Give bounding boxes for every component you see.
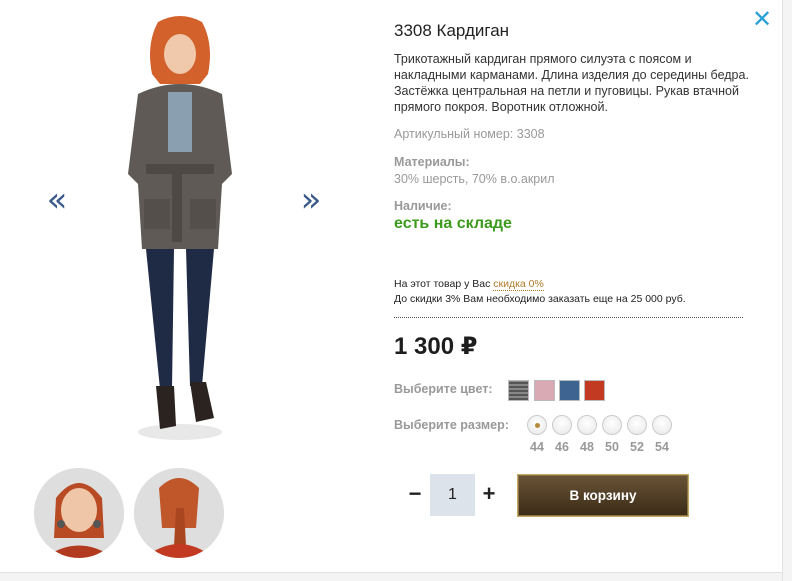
discount-info: На этот товар у Вас скидка 0% — [394, 278, 544, 291]
article-number: Артикульный номер: 3308 — [394, 127, 545, 141]
quantity-increase-button[interactable]: + — [478, 480, 500, 508]
size-option-label: 50 — [605, 440, 619, 454]
size-radio-52[interactable] — [627, 415, 647, 435]
size-radio-46[interactable] — [552, 415, 572, 435]
product-price: 1 300 ₽ — [394, 333, 478, 360]
product-description: Трикотажный кардиган прямого силуэта с п… — [394, 52, 749, 114]
product-quickview-modal: ✕ « » 3308 Кардиган Трикотажный кардиган… — [0, 0, 782, 572]
materials-value: 30% шерсть, 70% в.о.акрил — [394, 172, 555, 186]
prev-image-arrow[interactable]: « — [42, 183, 72, 217]
size-option-label: 48 — [580, 440, 594, 454]
size-option-label: 44 — [530, 440, 544, 454]
discount-link[interactable]: скидка 0% — [493, 278, 544, 291]
discount-threshold-note: До скидки 3% Вам необходимо заказать еще… — [394, 293, 686, 305]
next-image-arrow[interactable]: » — [296, 183, 326, 217]
stock-label: Наличие: — [394, 199, 452, 213]
page-background-edge — [0, 572, 782, 581]
size-radio-44[interactable] — [527, 415, 547, 435]
product-title: 3308 Кардиган — [394, 21, 510, 40]
thumbnail-face[interactable] — [34, 468, 124, 558]
size-radio-50[interactable] — [602, 415, 622, 435]
size-option-label: 54 — [655, 440, 669, 454]
color-swatch-pink[interactable] — [534, 380, 555, 401]
add-to-cart-button[interactable]: В корзину — [517, 474, 689, 517]
size-option-label: 46 — [555, 440, 569, 454]
close-icon[interactable]: ✕ — [752, 8, 772, 32]
thumbnail-back[interactable] — [134, 468, 224, 558]
size-radio-54[interactable] — [652, 415, 672, 435]
discount-prefix: На этот товар у Вас — [394, 278, 494, 290]
color-swatch-grey[interactable] — [508, 380, 529, 401]
divider — [394, 317, 743, 318]
quantity-input[interactable] — [430, 474, 475, 516]
quantity-decrease-button[interactable]: − — [405, 480, 425, 508]
size-label: Выберите размер: — [394, 418, 509, 432]
color-swatch-red[interactable] — [584, 380, 605, 401]
page-background-edge — [782, 0, 792, 581]
stock-status: есть на складе — [394, 215, 512, 232]
color-label: Выберите цвет: — [394, 382, 493, 396]
materials-label: Материалы: — [394, 155, 470, 169]
color-swatch-blue[interactable] — [559, 380, 580, 401]
size-option-label: 52 — [630, 440, 644, 454]
size-radio-48[interactable] — [577, 415, 597, 435]
product-main-image — [128, 16, 232, 440]
